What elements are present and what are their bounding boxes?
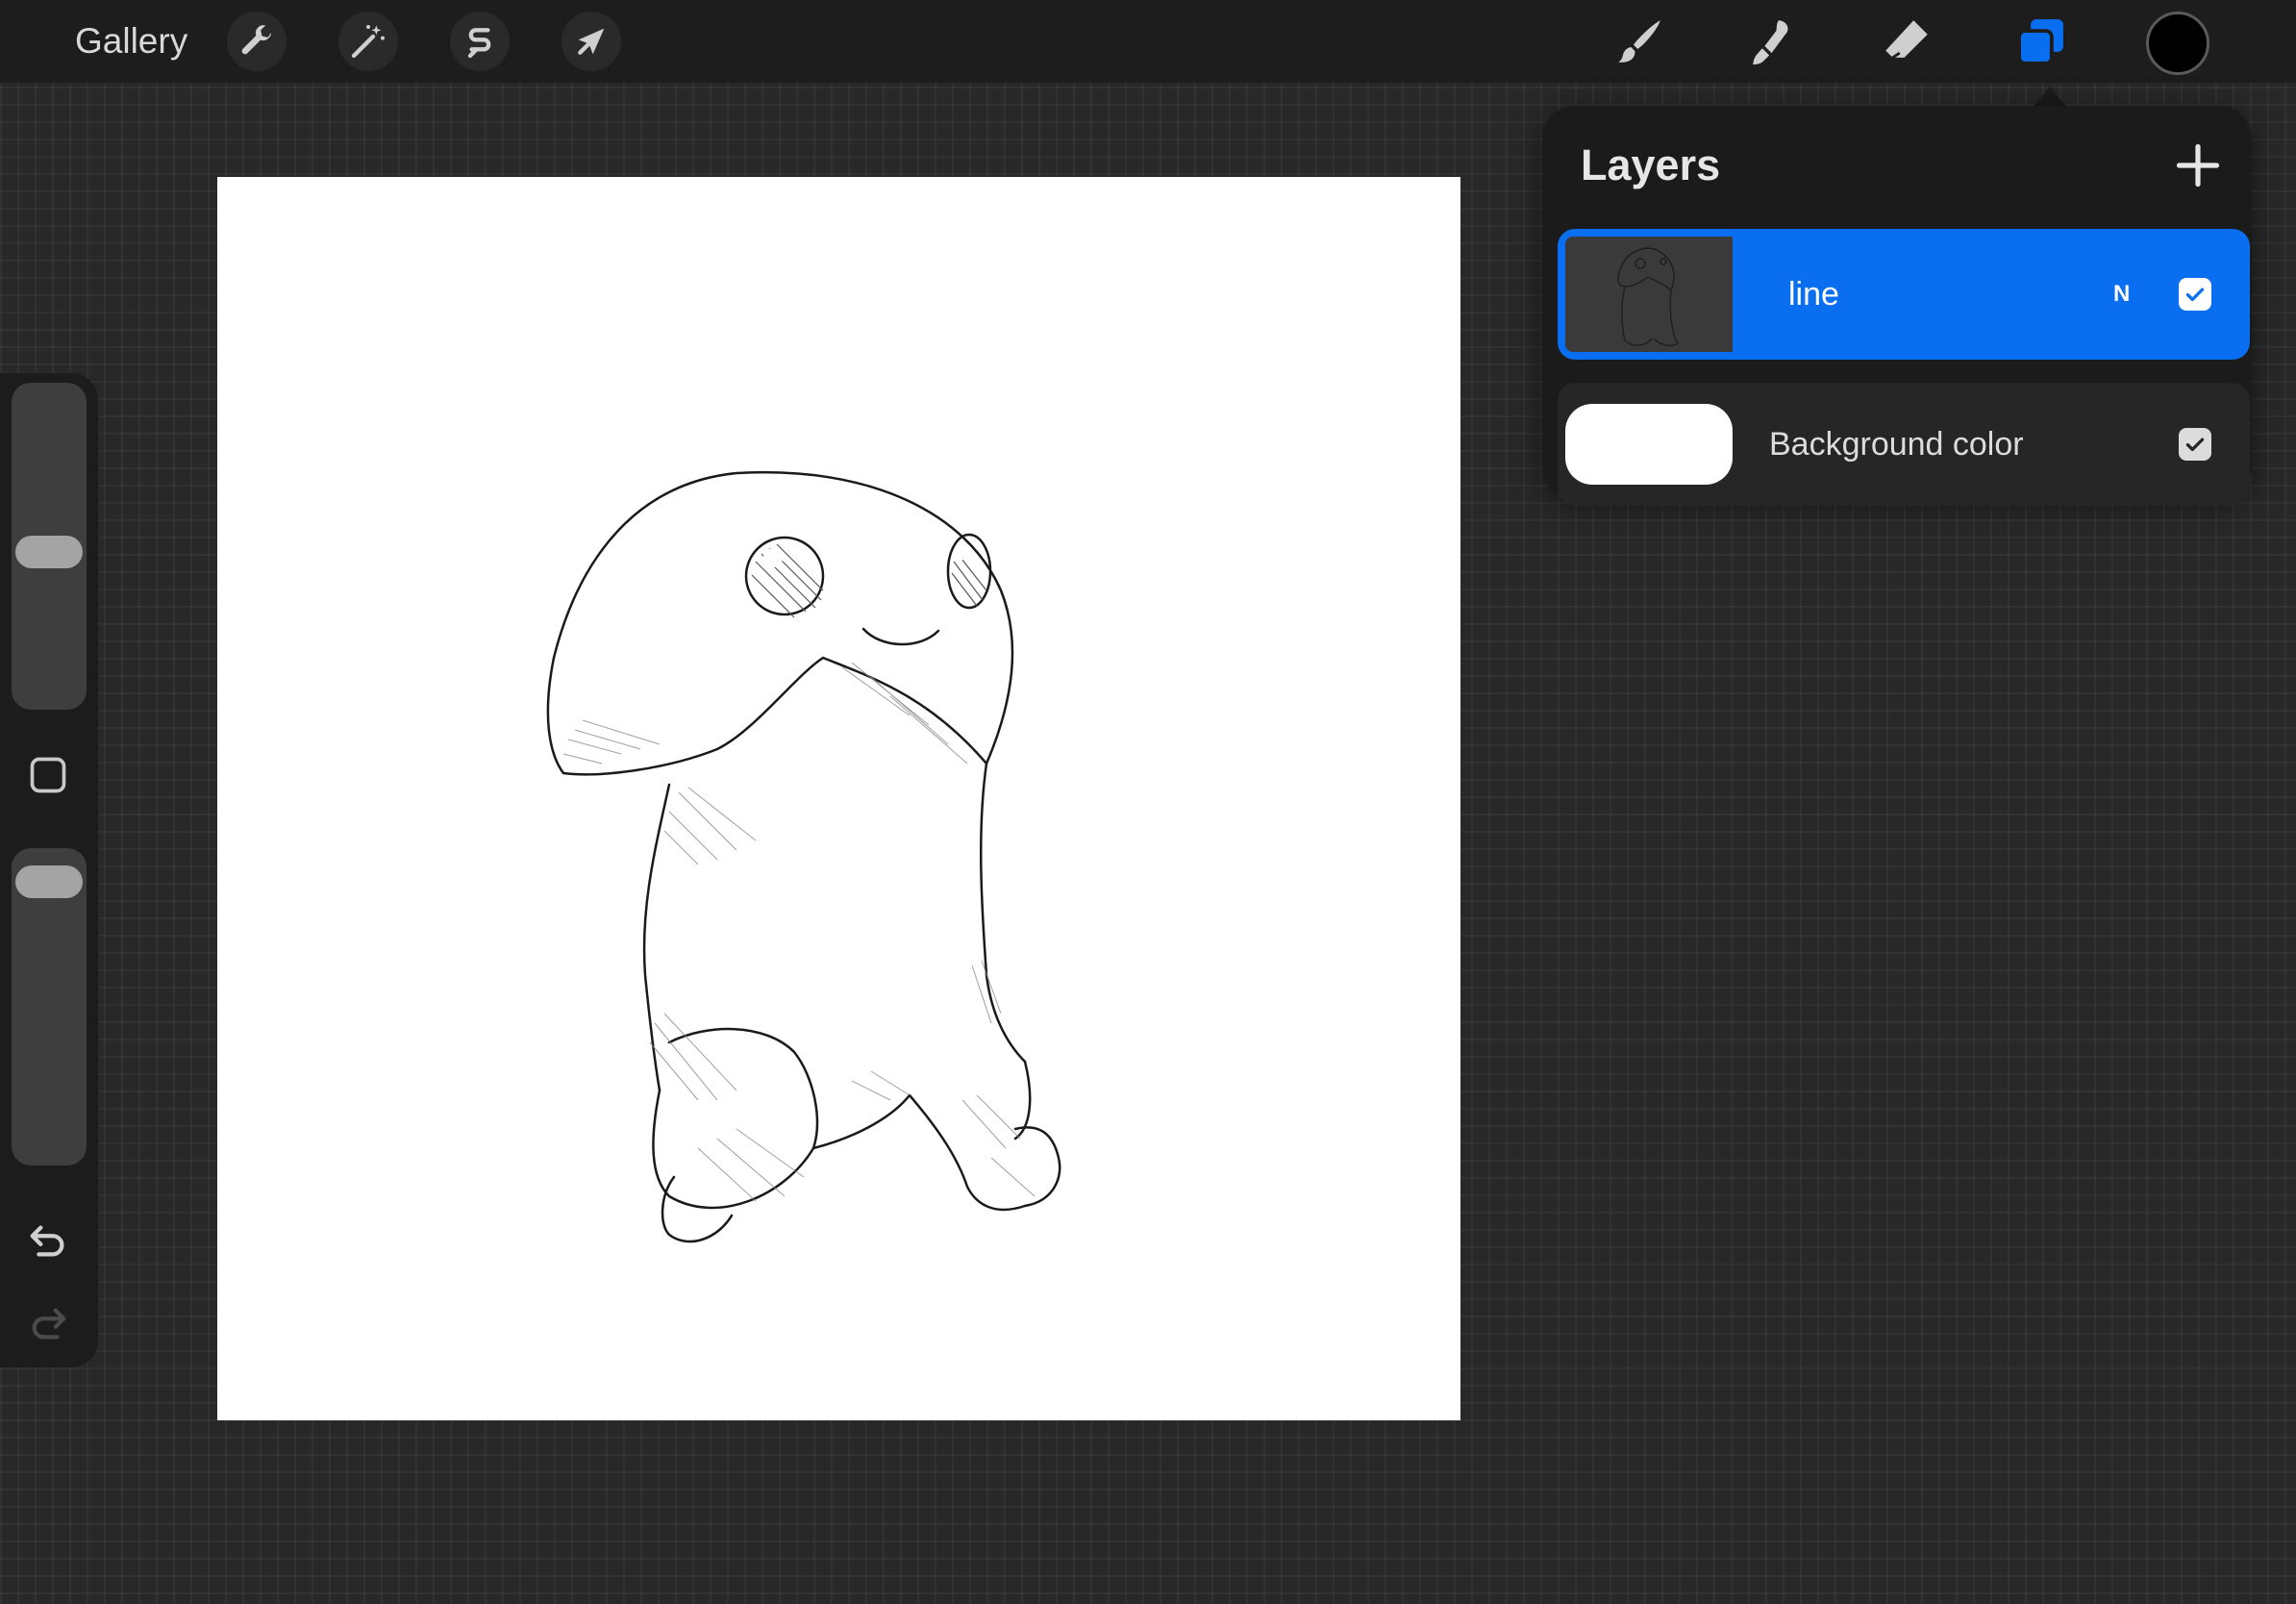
arrow-cursor-icon [578, 28, 605, 55]
actions-button[interactable] [227, 12, 287, 71]
plus-icon [2176, 143, 2220, 188]
adjustments-button[interactable] [338, 12, 398, 71]
layer-row-background-color[interactable]: Background color [1558, 383, 2250, 506]
background-color-swatch [1565, 404, 1733, 485]
top-toolbar: Gallery [0, 0, 2296, 83]
layers-button[interactable] [2009, 10, 2073, 73]
layer-visibility-checkbox[interactable] [2179, 428, 2211, 461]
smudge-tool[interactable] [1742, 10, 1806, 73]
brush-tool[interactable] [1608, 10, 1671, 73]
undo-icon [30, 1225, 64, 1257]
magic-wand-icon [351, 25, 385, 59]
blend-mode-button[interactable]: N [2113, 229, 2130, 360]
left-sidebar [0, 373, 98, 1367]
layers-title: Layers [1581, 140, 1721, 189]
square-icon [30, 757, 66, 793]
layers-panel: Layers line N Background color [1542, 106, 2252, 506]
undo-button[interactable] [23, 1216, 73, 1266]
transform-button[interactable] [562, 12, 621, 71]
creature-sketch [546, 470, 1061, 1243]
smudge-icon [1753, 20, 1788, 65]
color-picker-button[interactable] [2146, 12, 2209, 75]
checkmark-icon [2185, 288, 2205, 302]
layer-name: Background color [1769, 426, 2024, 463]
gallery-button[interactable]: Gallery [75, 17, 187, 65]
brush-size-thumb[interactable] [15, 535, 83, 568]
layer-thumbnail-sketch [1617, 247, 1680, 347]
wrench-icon [241, 25, 271, 55]
selection-button[interactable] [450, 12, 510, 71]
checkmark-icon [2185, 438, 2205, 452]
opacity-thumb[interactable] [15, 865, 83, 899]
layer-thumbnail [1565, 237, 1733, 352]
opacity-slider[interactable] [12, 848, 87, 1165]
layer-visibility-checkbox[interactable] [2179, 278, 2211, 311]
selection-s-icon [467, 28, 491, 59]
eraser-tool[interactable] [1875, 10, 1938, 73]
layer-name: line [1788, 276, 1839, 313]
add-layer-button[interactable] [2171, 138, 2225, 192]
redo-icon [32, 1308, 66, 1340]
brush-size-slider[interactable] [12, 383, 87, 710]
layer-row-line[interactable]: line N [1558, 229, 2250, 360]
layers-panel-pointer [2033, 87, 2067, 108]
modify-button[interactable] [27, 754, 69, 796]
eraser-icon [1885, 20, 1928, 60]
drawing-canvas[interactable] [217, 177, 1460, 1420]
redo-button[interactable] [23, 1298, 73, 1348]
brush-icon [1618, 20, 1660, 63]
layers-icon [2017, 19, 2063, 65]
